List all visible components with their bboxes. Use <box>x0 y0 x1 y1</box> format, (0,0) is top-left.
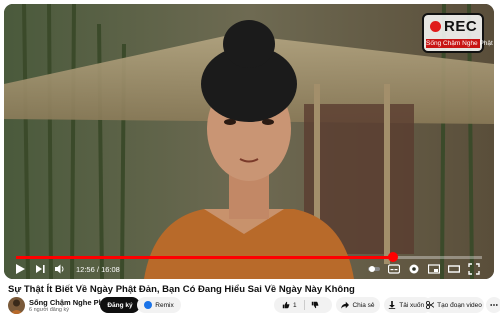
like-button[interactable]: 1 <box>274 297 332 313</box>
video-frame <box>4 4 494 279</box>
volume-button[interactable] <box>52 261 68 277</box>
current-time: 12:56 <box>76 264 95 274</box>
rec-channel-tag: Sống Chậm Nghe Phật <box>426 39 493 48</box>
subscribe-button[interactable]: Đăng ký <box>100 297 140 313</box>
miniplayer-icon <box>428 264 440 274</box>
next-icon <box>36 265 45 273</box>
channel-name[interactable]: Sống Chậm Nghe Phật <box>29 298 110 307</box>
like-divider <box>304 300 305 310</box>
time-display: 12:56 / 16:08 <box>76 265 120 274</box>
player-controls: 12:56 / 16:08 <box>4 259 494 279</box>
like-icon <box>282 301 290 309</box>
play-button[interactable] <box>12 261 28 277</box>
channel-avatar[interactable] <box>8 297 25 314</box>
more-actions-button[interactable] <box>486 297 500 313</box>
clip-button[interactable]: Tạo đoạn video <box>424 297 484 313</box>
volume-icon <box>55 264 64 274</box>
clip-label: Tạo đoạn video <box>437 301 482 309</box>
duration: 16:08 <box>101 264 120 274</box>
video-title: Sự Thật Ít Biết Về Ngày Phật Đản, Bạn Có… <box>8 284 355 295</box>
play-icon <box>16 264 25 274</box>
share-button[interactable]: Chia sẻ <box>336 297 380 313</box>
download-icon <box>389 301 396 309</box>
remix-icon <box>144 301 153 309</box>
video-meta-row: Sống Chậm Nghe Phật 6 người đăng ký Đăng… <box>8 295 500 315</box>
time-separator: / <box>96 264 99 274</box>
subtitles-icon <box>388 264 400 274</box>
next-button[interactable] <box>32 261 48 277</box>
theater-button[interactable] <box>446 261 462 277</box>
share-label: Chia sẻ <box>352 301 375 309</box>
like-count: 1 <box>293 301 297 309</box>
subtitles-button[interactable] <box>386 261 402 277</box>
remix-label: Remix <box>155 301 174 309</box>
settings-button[interactable] <box>406 261 422 277</box>
clip-icon <box>426 301 435 309</box>
rec-label: REC <box>444 18 478 35</box>
rec-overlay: REC Sống Chậm Nghe Phật <box>422 13 493 53</box>
record-dot-icon <box>430 21 441 32</box>
fullscreen-icon <box>468 263 480 275</box>
autoplay-icon <box>368 266 380 272</box>
share-icon <box>341 301 350 309</box>
remix-button[interactable]: Remix <box>137 297 181 313</box>
theater-icon <box>448 265 460 273</box>
autoplay-toggle[interactable] <box>366 261 382 277</box>
subscriber-count: 6 người đăng ký <box>29 307 70 313</box>
video-player[interactable]: REC Sống Chậm Nghe Phật 12:56 / 16:08 <box>4 4 494 279</box>
more-icon <box>490 304 498 306</box>
dislike-icon[interactable] <box>311 301 319 309</box>
fullscreen-button[interactable] <box>466 261 482 277</box>
miniplayer-button[interactable] <box>426 261 442 277</box>
settings-icon <box>409 264 419 274</box>
